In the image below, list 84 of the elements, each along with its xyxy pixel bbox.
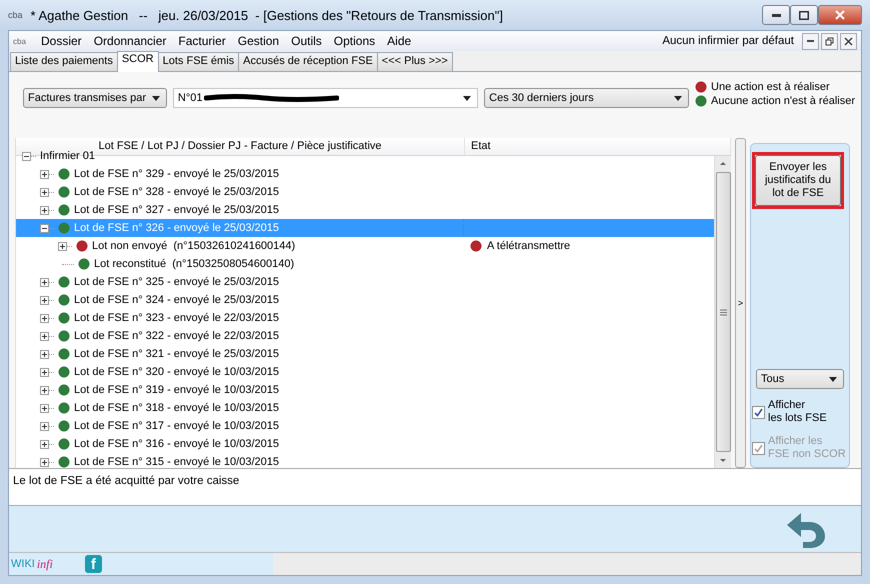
checkbox[interactable] bbox=[752, 406, 765, 419]
legend-text: Aucune action n'est à réaliser bbox=[711, 94, 855, 108]
menu-item[interactable]: Aide bbox=[381, 34, 418, 48]
expand-icon[interactable] bbox=[40, 458, 49, 466]
check-icon bbox=[754, 408, 763, 417]
tree-item-label[interactable]: Lot reconstitué (n°15032508054600140) bbox=[94, 258, 294, 270]
window-title: * Agathe Gestion -- jeu. 26/03/2015 - [Gestions des "Retours de Transmission"] bbox=[30, 8, 504, 22]
checkbox-label: Afficher les FSE non SCOR bbox=[768, 435, 846, 461]
caret-icon bbox=[463, 96, 472, 100]
tab[interactable]: SCOR bbox=[116, 51, 159, 72]
period-dropdown[interactable]: Ces 30 derniers jours bbox=[484, 88, 690, 108]
expand-icon[interactable] bbox=[40, 170, 49, 178]
collapse-icon[interactable] bbox=[40, 224, 49, 232]
tab[interactable]: Accusés de réception FSE bbox=[238, 52, 378, 71]
expand-icon[interactable] bbox=[40, 278, 49, 286]
expand-icon[interactable] bbox=[40, 296, 49, 304]
menu-item[interactable]: Gestion bbox=[232, 34, 286, 48]
close-button[interactable] bbox=[818, 5, 862, 25]
maximize-button[interactable] bbox=[790, 5, 818, 25]
type-dropdown[interactable]: Factures transmises par bbox=[23, 88, 167, 108]
tab[interactable]: Liste des paiements bbox=[10, 52, 118, 71]
tree-item-label[interactable]: Lot de FSE n° 321 - envoyé le 25/03/2015 bbox=[74, 348, 279, 360]
nurse-dropdown[interactable]: N°01 bbox=[172, 88, 478, 108]
minimize-icon bbox=[772, 14, 780, 16]
tree-item-label[interactable]: Lot de FSE n° 324 - envoyé le 25/03/2015 bbox=[74, 294, 279, 306]
brand-suffix-text[interactable]: infi bbox=[36, 556, 53, 572]
expand-icon[interactable] bbox=[40, 188, 49, 196]
menu-item[interactable]: Outils bbox=[285, 34, 328, 48]
close-button[interactable] bbox=[840, 32, 857, 50]
scrollbar-thumb[interactable] bbox=[716, 172, 730, 452]
collapse-icon[interactable] bbox=[22, 152, 31, 160]
tree-item-label[interactable]: Lot de FSE n° 322 - envoyé le 22/03/2015 bbox=[74, 330, 279, 342]
status-text: A télétransmettre bbox=[487, 240, 570, 252]
tree-item-label[interactable]: Lot de FSE n° 325 - envoyé le 25/03/2015 bbox=[74, 276, 279, 288]
restore-button[interactable] bbox=[821, 32, 838, 50]
expand-icon[interactable] bbox=[40, 404, 49, 412]
app-icon: cba bbox=[8, 10, 23, 20]
status-message: Le lot de FSE a été acquitté par votre caisse bbox=[9, 468, 861, 506]
expand-icon[interactable] bbox=[58, 242, 67, 250]
app-icon: cba bbox=[13, 36, 35, 46]
tree-item-label[interactable]: Lot de FSE n° 329 - envoyé le 25/03/2015 bbox=[74, 168, 279, 180]
minimize-icon bbox=[807, 40, 814, 42]
expand-icon[interactable] bbox=[40, 422, 49, 430]
expand-icon[interactable] bbox=[40, 350, 49, 358]
caret-icon bbox=[829, 376, 837, 382]
grip-icon bbox=[720, 308, 726, 316]
expand-icon[interactable] bbox=[40, 440, 49, 448]
tree-item-label[interactable]: Lot de FSE n° 320 - envoyé le 10/03/2015 bbox=[74, 366, 279, 378]
tree-item-label[interactable]: Lot de FSE n° 315 - envoyé le 10/03/2015 bbox=[74, 456, 279, 468]
close-icon bbox=[844, 36, 853, 46]
menu-item[interactable]: Facturier bbox=[172, 34, 232, 48]
send-documents-button[interactable]: Envoyer les justificatifs du lot de FSE bbox=[755, 155, 841, 206]
panel-toggle-button[interactable]: > bbox=[735, 138, 746, 468]
tree-item-label[interactable]: Lot de FSE n° 323 - envoyé le 22/03/2015 bbox=[74, 312, 279, 324]
checkbox-label: Afficher les lots FSE bbox=[768, 399, 827, 425]
column-header[interactable]: Etat bbox=[465, 138, 731, 155]
maximize-icon bbox=[799, 10, 809, 20]
minimize-button[interactable] bbox=[762, 5, 790, 25]
minimize-button[interactable] bbox=[802, 32, 819, 50]
filter-dropdown[interactable]: Tous bbox=[756, 369, 844, 389]
tree-item-label[interactable]: Lot de FSE n° 316 - envoyé le 10/03/2015 bbox=[74, 438, 279, 450]
restore-icon bbox=[825, 36, 834, 46]
menu-item[interactable]: Ordonnancier bbox=[88, 34, 172, 48]
tree-item-label[interactable]: Lot de FSE n° 318 - envoyé le 10/03/2015 bbox=[74, 402, 279, 414]
tree-item-label[interactable]: Lot de FSE n° 328 - envoyé le 25/03/2015 bbox=[74, 186, 279, 198]
tab[interactable]: Lots FSE émis bbox=[158, 52, 240, 71]
caret-icon bbox=[152, 96, 160, 100]
tree-item-label[interactable]: Lot de FSE n° 319 - envoyé le 10/03/2015 bbox=[74, 384, 279, 396]
tree-item-label[interactable]: Lot non envoyé (n°15032610241600144) bbox=[92, 240, 296, 252]
tree-item-label[interactable]: Lot de FSE n° 327 - envoyé le 25/03/2015 bbox=[74, 204, 279, 216]
menu-item[interactable]: Dossier bbox=[35, 34, 88, 48]
scrollbar[interactable] bbox=[714, 156, 731, 468]
tab[interactable]: <<< Plus >>> bbox=[376, 52, 453, 71]
expand-icon[interactable] bbox=[40, 332, 49, 340]
expand-icon[interactable] bbox=[40, 368, 49, 376]
menu-item[interactable]: Options bbox=[328, 34, 382, 48]
caret-icon bbox=[674, 96, 682, 100]
tree-item-label[interactable]: Lot de FSE n° 317 - envoyé le 10/03/2015 bbox=[74, 420, 279, 432]
expand-icon[interactable] bbox=[40, 386, 49, 394]
default-nurse-label: Aucun infirmier par défaut bbox=[662, 35, 794, 47]
close-icon bbox=[835, 10, 845, 20]
expand-icon[interactable] bbox=[40, 314, 49, 322]
expand-icon[interactable] bbox=[40, 206, 49, 214]
legend-text: Une action est à réaliser bbox=[711, 80, 830, 94]
